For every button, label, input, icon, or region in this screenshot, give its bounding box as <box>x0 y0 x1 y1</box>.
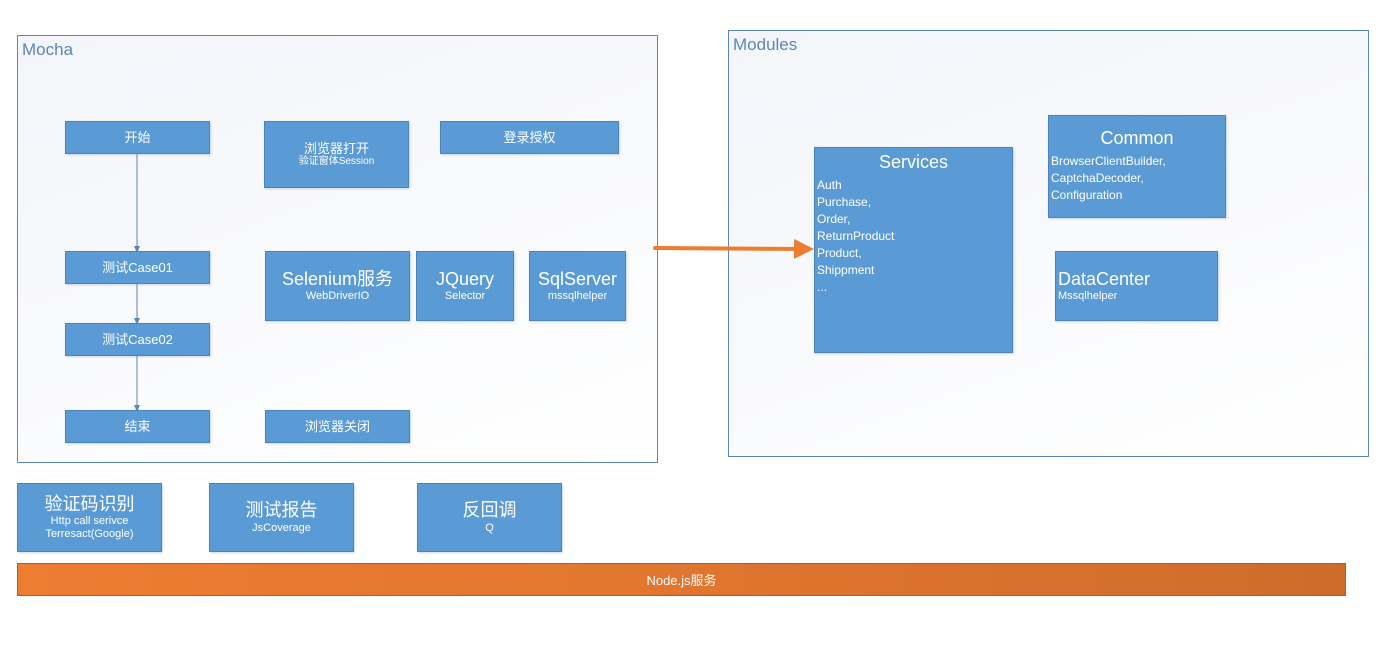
datacenter-subtitle: Mssqlhelper <box>1058 290 1118 303</box>
jquery-title: JQuery <box>435 268 495 289</box>
login-title: 登录授权 <box>503 129 556 145</box>
flow-case01-node[interactable]: 测试Case01 <box>65 251 210 284</box>
services-title: Services <box>878 152 949 172</box>
report-node[interactable]: 测试报告 JsCoverage <box>209 483 354 552</box>
sqlserver-title: SqlServer <box>537 268 618 289</box>
sqlserver-subtitle: mssqlhelper <box>547 290 608 303</box>
flow-end-label: 结束 <box>124 418 151 434</box>
nodejs-platform-label: Node.js服务 <box>646 573 717 588</box>
common-title: Common <box>1100 128 1174 148</box>
common-node[interactable]: Common BrowserClientBuilder, CaptchaDeco… <box>1048 115 1226 218</box>
captcha-node[interactable]: 验证码识别 Http call serivce Terresact(Google… <box>17 483 162 552</box>
selenium-title: Selenium服务 <box>281 268 394 289</box>
nodejs-platform-bar[interactable]: Node.js服务 <box>17 563 1346 596</box>
services-item: Shippment <box>817 262 875 277</box>
browser-close-title: 浏览器关闭 <box>304 418 370 434</box>
datacenter-node[interactable]: DataCenter Mssqlhelper <box>1055 251 1218 321</box>
services-item: Product, <box>817 245 862 260</box>
modules-title: Modules <box>733 35 798 54</box>
mocha-title: Mocha <box>22 40 74 59</box>
callback-subtitle: Q <box>485 521 494 534</box>
flow-start-node[interactable]: 开始 <box>65 121 210 154</box>
flow-case01-label: 测试Case01 <box>102 259 173 275</box>
common-item: CaptchaDecoder, <box>1051 170 1144 185</box>
datacenter-title: DataCenter <box>1058 268 1151 289</box>
captcha-line1: Http call serivce <box>50 515 129 528</box>
browser-open-subtitle: 验证窗体Session <box>298 156 375 168</box>
services-node[interactable]: Services Auth Purchase, Order, ReturnPro… <box>814 147 1013 353</box>
common-item: Configuration <box>1051 187 1123 202</box>
callback-title: 反回调 <box>462 500 517 521</box>
services-item: Purchase, <box>817 194 872 209</box>
flow-start-label: 开始 <box>124 129 151 145</box>
captcha-line2: Terresact(Google) <box>45 528 134 541</box>
flow-end-node[interactable]: 结束 <box>65 410 210 443</box>
common-item: BrowserClientBuilder, <box>1051 153 1166 168</box>
sqlserver-node[interactable]: SqlServer mssqlhelper <box>529 251 626 321</box>
report-title: 测试报告 <box>245 500 318 521</box>
browser-open-node[interactable]: 浏览器打开 验证窗体Session <box>264 121 409 188</box>
services-item: ... <box>817 279 828 294</box>
login-node[interactable]: 登录授权 <box>440 121 619 154</box>
flow-case02-node[interactable]: 测试Case02 <box>65 323 210 356</box>
mocha-group: Mocha <box>17 35 658 463</box>
callback-node[interactable]: 反回调 Q <box>417 483 562 552</box>
jquery-subtitle: Selector <box>444 290 486 303</box>
services-item: Auth <box>817 177 842 192</box>
selenium-node[interactable]: Selenium服务 WebDriverIO <box>265 251 410 321</box>
jquery-node[interactable]: JQuery Selector <box>416 251 514 321</box>
selenium-subtitle: WebDriverIO <box>305 290 370 303</box>
services-item: ReturnProduct <box>817 228 895 243</box>
report-subtitle: JsCoverage <box>252 521 311 534</box>
browser-close-node[interactable]: 浏览器关闭 <box>265 410 410 443</box>
services-item: Order, <box>817 211 851 226</box>
browser-open-title: 浏览器打开 <box>303 140 369 156</box>
flow-case02-label: 测试Case02 <box>102 331 173 347</box>
captcha-title: 验证码识别 <box>44 493 135 514</box>
